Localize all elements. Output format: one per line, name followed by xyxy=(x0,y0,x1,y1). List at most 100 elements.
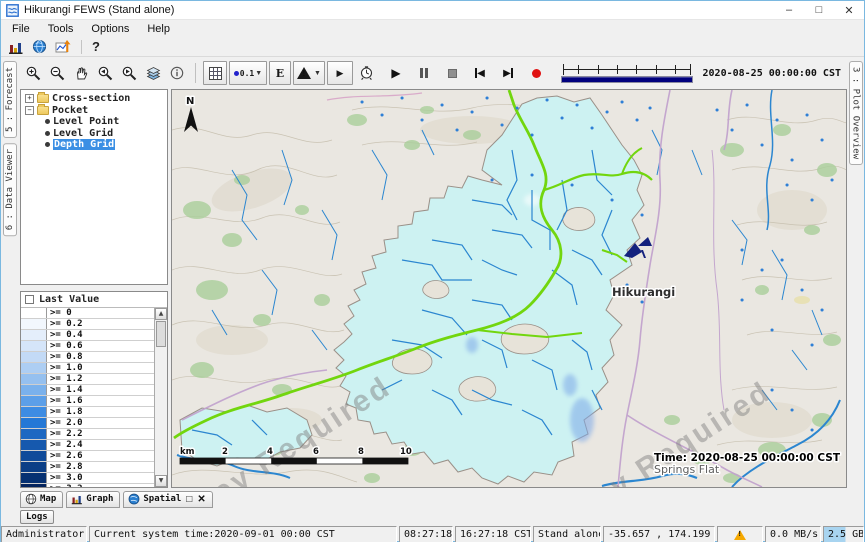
toolbar-separator xyxy=(195,63,196,83)
classbreaks-dropdown[interactable]: 0.1 ▼ xyxy=(229,61,267,85)
legend-row[interactable]: >= 1.4 xyxy=(21,385,154,396)
zoom-previous-icon[interactable] xyxy=(94,61,116,85)
timeseries-display-icon[interactable] xyxy=(55,39,71,55)
stop-button[interactable] xyxy=(441,61,463,85)
legend-label: >= 0 xyxy=(47,308,154,318)
help-icon[interactable]: ? xyxy=(92,39,100,54)
legend-swatch xyxy=(21,418,47,428)
tab-graph[interactable]: Graph xyxy=(66,491,120,508)
zoom-out-icon[interactable] xyxy=(46,61,68,85)
menu-options[interactable]: Options xyxy=(82,20,138,37)
legend-row[interactable]: >= 2.2 xyxy=(21,429,154,440)
legend-row[interactable]: >= 0.4 xyxy=(21,330,154,341)
animation-clock-icon[interactable] xyxy=(355,61,377,85)
legend-row[interactable]: >= 1.0 xyxy=(21,363,154,374)
legend-row[interactable]: >= 3.0 xyxy=(21,473,154,484)
right-tab-strip: 3 : Plot Overview xyxy=(847,57,864,525)
info-icon[interactable] xyxy=(166,61,188,85)
warning-dropdown[interactable]: ▼ xyxy=(293,61,325,85)
expand-icon[interactable]: + xyxy=(25,94,34,103)
legend-row[interactable]: >= 1.2 xyxy=(21,374,154,385)
status-system-time: Current system time:2020-09-01 00:00 CST xyxy=(89,526,397,542)
map-display-icon[interactable] xyxy=(32,39,47,54)
legend-label: >= 2.8 xyxy=(47,462,154,472)
tree-item-level-grid[interactable]: Level Grid xyxy=(21,128,167,140)
legend-swatch xyxy=(21,374,47,384)
maximize-button[interactable]: □ xyxy=(804,1,834,19)
timeline-slider[interactable] xyxy=(559,61,695,85)
explorer-icon[interactable] xyxy=(8,39,24,55)
tree-item-pocket[interactable]: − Pocket xyxy=(21,105,167,117)
map-view[interactable]: API Key Required API Key Required Hikura… xyxy=(171,89,847,488)
scroll-up-icon[interactable]: ▲ xyxy=(155,308,167,320)
legend-scrollbar[interactable]: ▲ ▼ xyxy=(154,308,167,487)
play-button[interactable]: ▶ xyxy=(385,61,407,85)
left-panel: + Cross-section − Pocket Level Point xyxy=(18,89,168,488)
legend-label: >= 2.6 xyxy=(47,451,154,461)
panel-close-icon[interactable]: ✕ xyxy=(197,494,205,505)
step-forward-button[interactable]: ▶ xyxy=(497,61,519,85)
pause-button[interactable] xyxy=(413,61,435,85)
town-label: Hikurangi xyxy=(612,285,675,299)
legend-row[interactable]: >= 2.6 xyxy=(21,451,154,462)
status-warning-cell[interactable] xyxy=(717,526,763,542)
legend-swatch xyxy=(21,341,47,351)
svg-text:2: 2 xyxy=(222,447,228,457)
tab-plot-overview[interactable]: 3 : Plot Overview xyxy=(849,61,863,165)
logs-row: Logs xyxy=(18,508,847,525)
legend-row[interactable]: >= 2.8 xyxy=(21,462,154,473)
legend-swatch xyxy=(21,330,47,340)
legend-row[interactable]: >= 1.8 xyxy=(21,407,154,418)
scroll-down-icon[interactable]: ▼ xyxy=(155,475,167,487)
legend-row[interactable]: >= 3.2 xyxy=(21,484,154,487)
layers-icon[interactable] xyxy=(142,61,164,85)
menu-help[interactable]: Help xyxy=(138,20,179,37)
legend-label: >= 1.4 xyxy=(47,385,154,395)
minimize-button[interactable]: – xyxy=(774,1,804,19)
tree-item-depth-grid[interactable]: Depth Grid xyxy=(21,139,167,151)
timeline-period-bar xyxy=(561,76,693,83)
status-gmt-time: 08:27:18 GMT xyxy=(399,526,453,542)
collapse-icon[interactable]: − xyxy=(25,106,34,115)
zoom-next-icon[interactable] xyxy=(118,61,140,85)
menu-file[interactable]: File xyxy=(3,20,39,37)
panel-maximize-icon[interactable]: □ xyxy=(186,494,192,505)
tab-map[interactable]: Map xyxy=(20,491,63,508)
logs-button[interactable]: Logs xyxy=(20,510,54,524)
tree-item-level-point[interactable]: Level Point xyxy=(21,116,167,128)
folder-icon xyxy=(37,106,49,115)
movie-player-icon[interactable]: ▶ xyxy=(327,61,353,85)
bullet-icon xyxy=(45,131,50,136)
legend-row[interactable]: >= 0.6 xyxy=(21,341,154,352)
record-button[interactable] xyxy=(525,61,547,85)
tab-spatial[interactable]: Spatial □ ✕ xyxy=(123,491,212,508)
tab-forecast[interactable]: 5 : Forecast xyxy=(3,61,17,138)
last-value-checkbox[interactable] xyxy=(25,295,34,304)
window-title: Hikurangi FEWS (Stand alone) xyxy=(24,4,174,16)
legend-row[interactable]: >= 0.8 xyxy=(21,352,154,363)
pan-icon[interactable] xyxy=(70,61,92,85)
zoom-in-icon[interactable] xyxy=(22,61,44,85)
center-column: 0.1 ▼ E ▼ ▶ ▶ ◀ ▶ xyxy=(18,57,847,525)
legend-label: >= 2.0 xyxy=(47,418,154,428)
legend-row[interactable]: >= 0.2 xyxy=(21,319,154,330)
grid-display-icon[interactable] xyxy=(203,61,227,85)
menu-tools[interactable]: Tools xyxy=(39,20,83,37)
bottom-tab-bar: Map Graph Spatial □ ✕ xyxy=(18,488,847,508)
scroll-thumb[interactable] xyxy=(156,321,166,347)
legend-row[interactable]: >= 2.0 xyxy=(21,418,154,429)
status-throughput: 0.0 MB/s xyxy=(765,526,821,542)
legend-row[interactable]: >= 2.4 xyxy=(21,440,154,451)
tab-data-viewer[interactable]: 6 : Data Viewer xyxy=(3,143,17,236)
legend-swatch xyxy=(21,352,47,362)
left-tab-strip: 5 : Forecast 6 : Data Viewer xyxy=(1,57,18,525)
legend-row[interactable]: >= 0 xyxy=(21,308,154,319)
step-back-button[interactable]: ◀ xyxy=(469,61,491,85)
close-button[interactable]: ✕ xyxy=(834,1,864,19)
legend-row[interactable]: >= 1.6 xyxy=(21,396,154,407)
layer-tree: + Cross-section − Pocket Level Point xyxy=(20,89,168,285)
globe-wire-icon xyxy=(25,493,37,505)
toolbar-separator xyxy=(81,40,82,54)
legend-toggle-icon[interactable]: E xyxy=(269,61,291,85)
legend-swatch xyxy=(21,429,47,439)
